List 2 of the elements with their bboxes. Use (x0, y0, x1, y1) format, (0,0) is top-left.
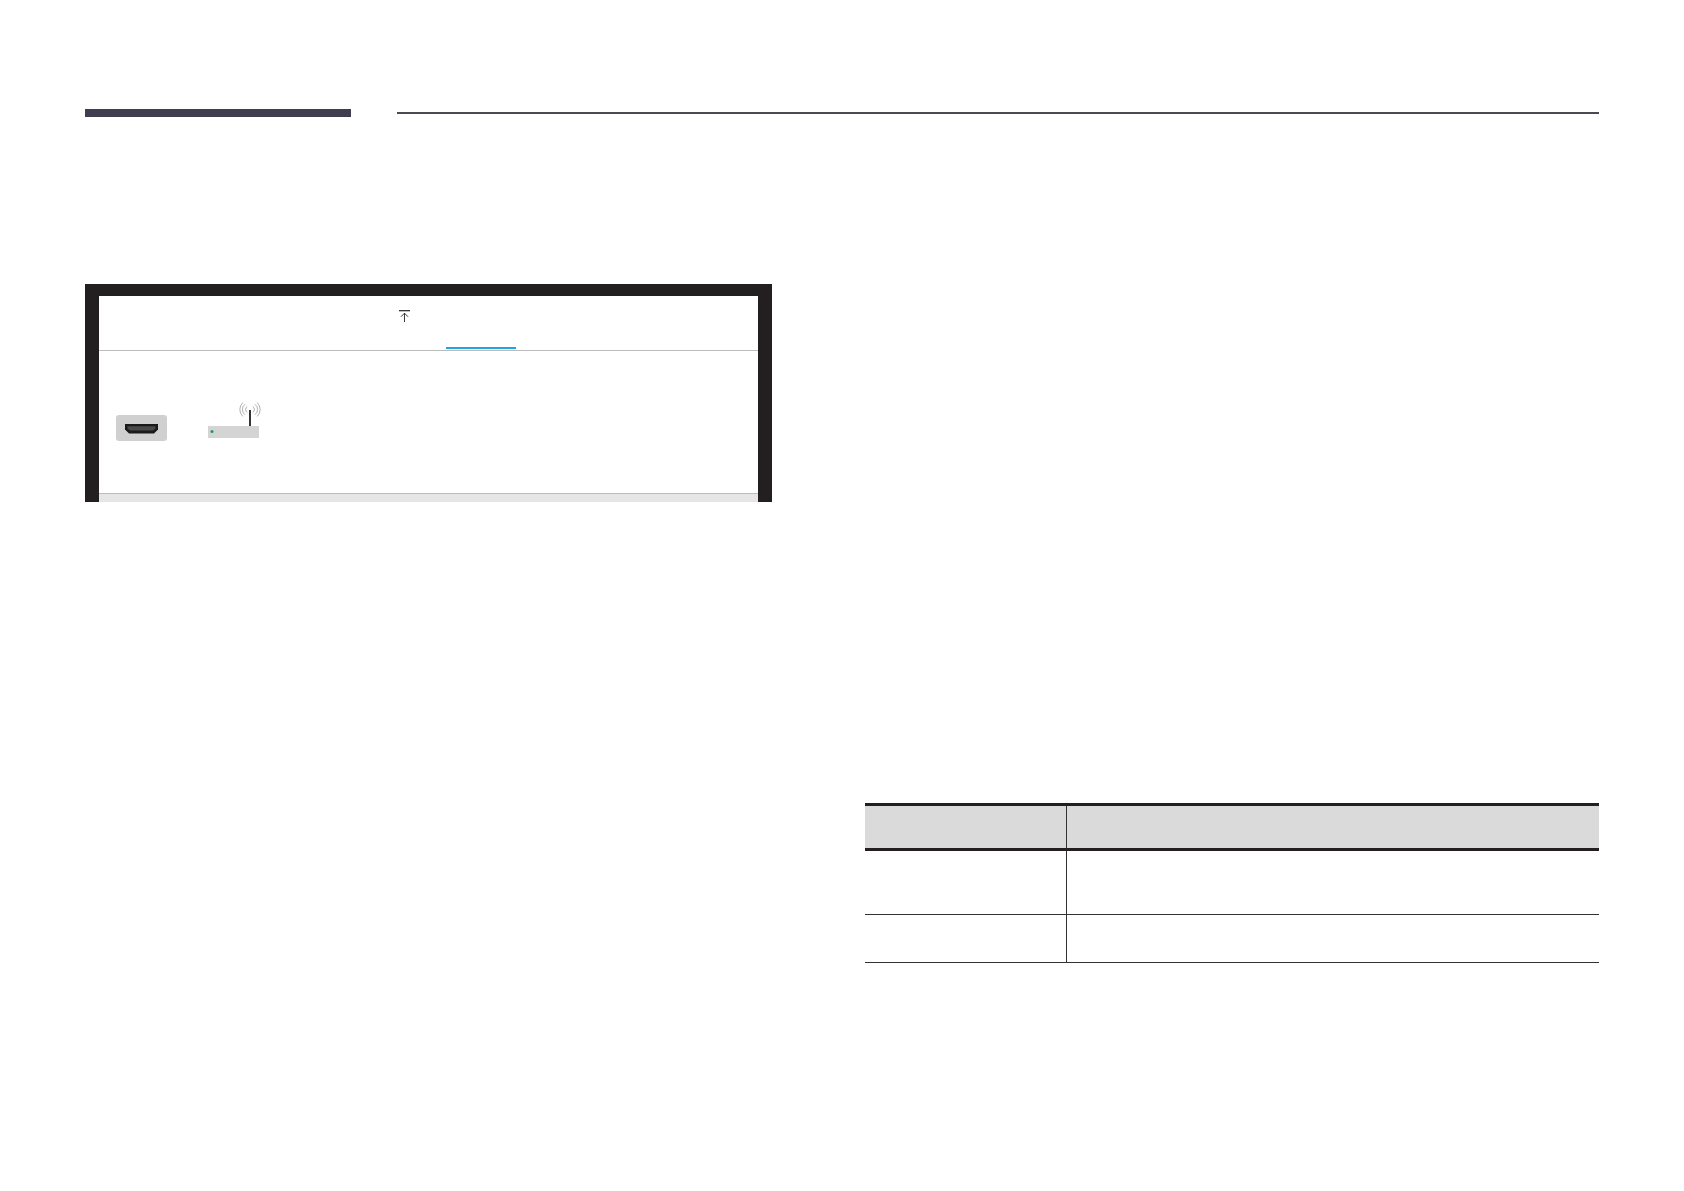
hdmi-port-icon[interactable] (116, 415, 167, 441)
arrow-to-top-icon[interactable] (399, 310, 410, 322)
